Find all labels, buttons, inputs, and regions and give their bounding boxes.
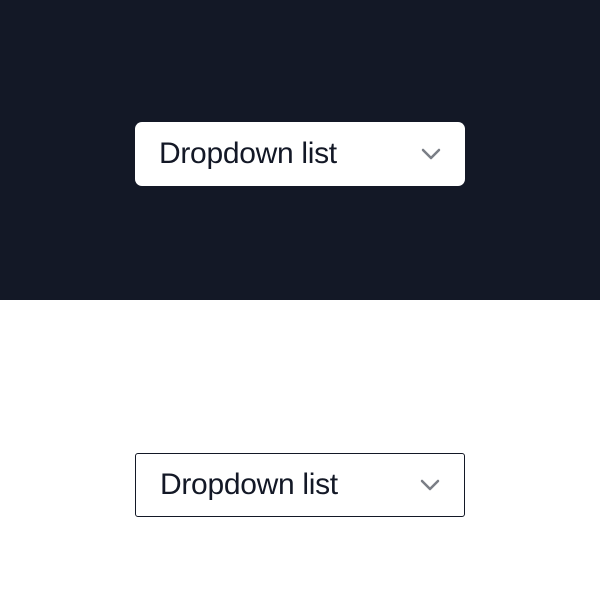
dropdown-light-variant[interactable]: Dropdown list xyxy=(135,453,465,517)
dropdown-label: Dropdown list xyxy=(160,468,338,502)
light-panel: Dropdown list xyxy=(0,300,600,600)
dark-panel: Dropdown list xyxy=(0,0,600,300)
dropdown-dark-variant[interactable]: Dropdown list xyxy=(135,122,465,186)
chevron-down-icon xyxy=(420,479,440,491)
dropdown-label: Dropdown list xyxy=(159,137,337,171)
chevron-down-icon xyxy=(421,148,441,160)
